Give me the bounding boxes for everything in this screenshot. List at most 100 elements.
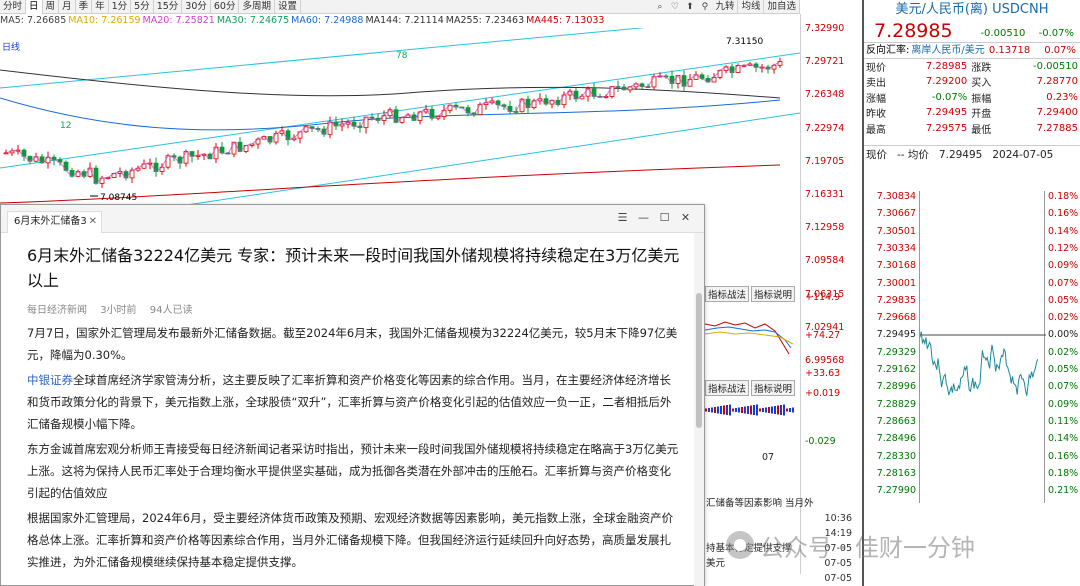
price-tick: 7.19705 bbox=[805, 155, 845, 167]
reverse-rate-select[interactable]: 离岸人民币/美元 bbox=[911, 43, 984, 58]
share-icon[interactable]: ⬆ bbox=[682, 0, 697, 14]
avg-value: 7.29495 bbox=[938, 149, 983, 161]
period-button[interactable]: 30分 bbox=[182, 0, 211, 14]
news-window: 6月末外汇储备3 ✕ ☰ — ☐ ✕ 6月末外汇储备32224亿美元 专家：预计… bbox=[0, 204, 705, 586]
minimize-icon[interactable]: — bbox=[633, 211, 654, 224]
toolbar-right: ⌕ ♡ ⬆ ⚲ 九转 均线 加自选 bbox=[652, 0, 800, 14]
tab-indicator-explain-2[interactable]: 指标说明 bbox=[751, 380, 796, 396]
intraday-price-tick: 7.30834 bbox=[876, 191, 916, 202]
volume-bar bbox=[768, 407, 770, 413]
broker-link[interactable]: 中银证券 bbox=[27, 373, 73, 387]
tab-indicator-strategy-2[interactable]: 指标战法 bbox=[705, 380, 750, 396]
toolbar-action-button[interactable]: 加自选 bbox=[764, 0, 800, 14]
vol-svg bbox=[705, 404, 794, 416]
intraday-price-tick: 7.28496 bbox=[876, 433, 916, 445]
close-tab-icon[interactable]: ✕ bbox=[89, 212, 97, 232]
tab-indicator-strategy[interactable]: 指标战法 bbox=[705, 286, 750, 302]
maximize-icon[interactable]: ☐ bbox=[654, 211, 675, 224]
news-list-item[interactable]: 10:36 bbox=[706, 511, 856, 526]
volume-bar bbox=[714, 407, 716, 413]
volume-bar bbox=[777, 405, 779, 415]
news-scrollbar[interactable] bbox=[694, 233, 704, 586]
indicator-tick: +74.27 bbox=[805, 330, 841, 341]
news-meta: 每日经济新闻 3小时前 94人已读 bbox=[27, 301, 680, 319]
price-tick: 7.26348 bbox=[805, 89, 845, 101]
period-button[interactable]: 1分 bbox=[109, 0, 132, 14]
period-button[interactable]: 5分 bbox=[131, 0, 154, 14]
period-button[interactable]: 设置 bbox=[275, 0, 301, 14]
intraday-plot bbox=[919, 191, 1046, 503]
quote-value: 7.29200 bbox=[925, 76, 968, 88]
volume-bar bbox=[783, 404, 785, 416]
price-tick: 7.16331 bbox=[805, 189, 845, 200]
close-window-icon[interactable]: ✕ bbox=[675, 211, 696, 224]
ma-value: MA30: 7.24675 bbox=[216, 15, 290, 26]
favorite-icon[interactable]: ♡ bbox=[667, 0, 682, 14]
news-content: 6月末外汇储备32224亿美元 专家：预计未来一段时间我国外储规模将持续稳定在3… bbox=[1, 233, 704, 573]
search-icon[interactable]: ⌕ bbox=[652, 0, 667, 14]
quote-row: 昨收 7.29495 开盘 7.29400 bbox=[864, 105, 1080, 121]
volume-bar bbox=[765, 407, 767, 413]
news-time: 3小时前 bbox=[100, 305, 137, 316]
period-button[interactable]: 分时 bbox=[0, 0, 27, 14]
quote-value: 7.29575 bbox=[925, 122, 968, 134]
low-price-label: 7.08745 bbox=[100, 193, 137, 203]
news-list-time: 10:36 bbox=[824, 513, 852, 524]
intraday-pct-tick: 0.07% bbox=[1048, 277, 1079, 289]
ma20-line bbox=[5, 61, 781, 185]
period-button[interactable]: 多周期 bbox=[239, 0, 275, 14]
news-tab[interactable]: 6月末外汇储备3 ✕ bbox=[7, 211, 102, 233]
ma-value: MA10: 7.26159 bbox=[68, 15, 141, 26]
intraday-svg bbox=[919, 331, 1046, 396]
period-button[interactable]: 15分 bbox=[154, 0, 183, 14]
news-paragraph-2-text: 全球首席经济学家管涛分析，这主要反映了汇率折算和资产价格变化等因素的综合作用。当… bbox=[27, 373, 672, 431]
volume-bar bbox=[747, 406, 749, 414]
news-list-title: 美元 bbox=[706, 558, 726, 569]
watermark: 公众号 · 佳财一分钟 bbox=[726, 525, 1066, 565]
scroll-thumb[interactable] bbox=[696, 293, 702, 428]
volume-bar bbox=[771, 406, 773, 414]
volume-bar bbox=[762, 408, 764, 412]
toolbar-action-button[interactable]: 均线 bbox=[738, 0, 765, 14]
intraday-price-tick: 7.30667 bbox=[876, 208, 916, 220]
quote-label: 昨收 bbox=[866, 109, 886, 121]
period-button[interactable]: 日 bbox=[26, 0, 43, 14]
tab-indicator-explain[interactable]: 指标说明 bbox=[751, 286, 796, 302]
news-list-item[interactable]: 07-05 bbox=[706, 571, 856, 586]
intraday-price-tick: 7.29668 bbox=[876, 312, 916, 324]
quote-label: 最低 bbox=[971, 124, 992, 136]
period-button[interactable]: 季 bbox=[76, 0, 93, 14]
reverse-rate-row: 反向汇率: 离岸人民币/美元 0.13718 0.07% bbox=[864, 42, 1080, 58]
kline-chart[interactable]: 7.31150 7.08745 78 12 日线 bbox=[0, 28, 800, 204]
toolbar-action-button[interactable]: 九转 bbox=[712, 0, 739, 14]
change-percent: -0.07% bbox=[1038, 28, 1074, 39]
period-button[interactable]: 60分 bbox=[211, 0, 240, 14]
candle-body bbox=[3, 152, 9, 155]
quote-label: 最高 bbox=[866, 124, 886, 136]
intraday-pct-tick: 0.09% bbox=[1048, 398, 1079, 410]
period-button[interactable]: 周 bbox=[43, 0, 60, 14]
volume-bar bbox=[750, 405, 752, 415]
intraday-chart[interactable]: 7.30834 7.30667 7.30501 7.30334 7.30168 7.300… bbox=[864, 191, 1080, 503]
intraday-pct-tick: 0.05% bbox=[1048, 364, 1079, 375]
quote-row: 卖出 7.29200 买入 7.28770 bbox=[864, 74, 1080, 90]
period-button[interactable]: 月 bbox=[59, 0, 76, 14]
price-tick: 7.22974 bbox=[805, 122, 845, 134]
instrument-title: 美元/人民币(离) USDCNH bbox=[895, 2, 1049, 17]
intraday-pct-tick: 0.02% bbox=[1048, 312, 1079, 324]
price-tick: 7.12958 bbox=[805, 222, 845, 234]
news-list-item[interactable]: 汇储备等因素影响 当月外 bbox=[706, 496, 856, 511]
avg-dash-label: -- 均价 bbox=[897, 149, 929, 161]
intraday-price-tick: 7.28996 bbox=[876, 381, 916, 393]
period-button[interactable]: 年 bbox=[92, 0, 109, 14]
volume-bar bbox=[729, 404, 731, 416]
volume-bar bbox=[732, 408, 734, 412]
news-title: 6月末外汇储备32224亿美元 专家：预计未来一段时间我国外储规模将持续稳定在3… bbox=[27, 246, 680, 290]
intraday-pct-tick: 0.18% bbox=[1048, 191, 1079, 202]
quote-label: 涨幅 bbox=[866, 93, 886, 105]
ma-value: MA60: 7.24988 bbox=[291, 15, 364, 26]
intraday-price-tick: 7.29495 bbox=[876, 329, 916, 341]
menu-icon[interactable]: ☰ bbox=[612, 211, 633, 224]
zoom-icon[interactable]: ⚲ bbox=[697, 0, 712, 14]
news-list-title: 汇储备等因素影响 当月外 bbox=[706, 498, 814, 509]
